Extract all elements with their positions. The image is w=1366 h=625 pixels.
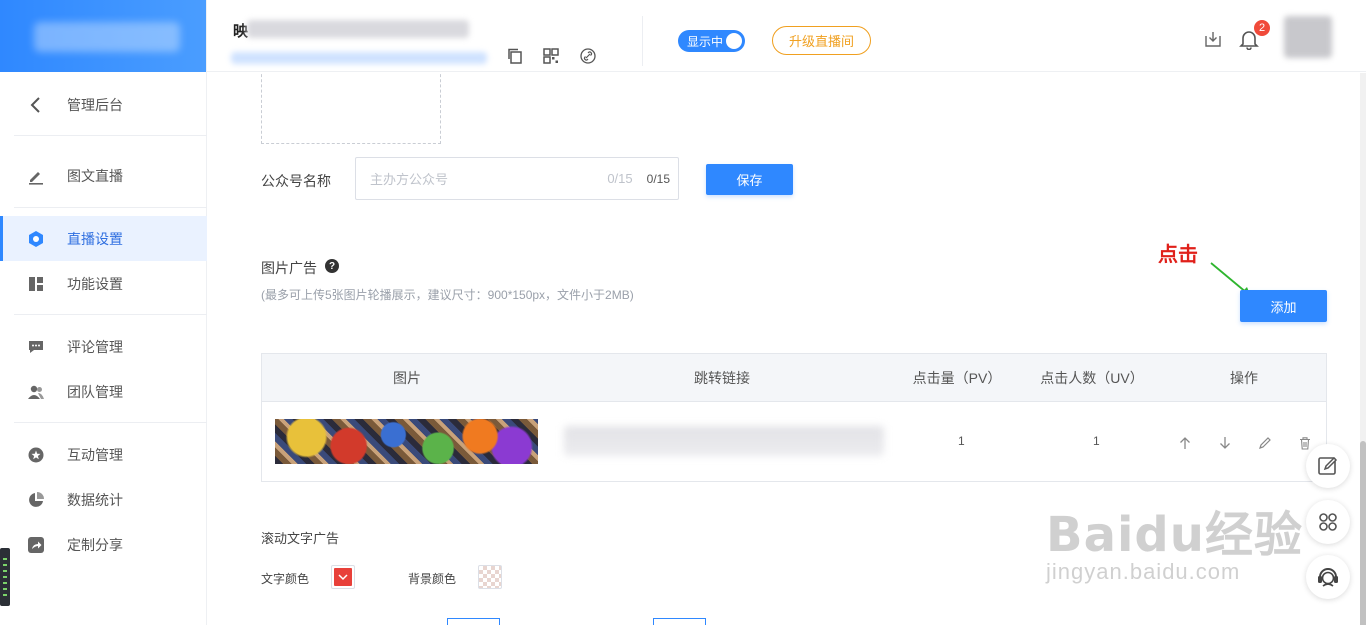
move-up-icon[interactable] <box>1176 434 1194 452</box>
save-button[interactable]: 保存 <box>706 164 793 195</box>
sidebar-item-interaction[interactable]: 互动管理 <box>0 432 207 477</box>
col-actions: 操作 <box>1230 370 1258 386</box>
sidebar-item-label: 图文直播 <box>67 167 123 184</box>
app-root: 管理后台 图文直播 直播设置 功能设置 评论管理 团队管理 互动管理 数据统计 … <box>0 0 1366 625</box>
image-ad-table: 图片 跳转链接 点击量（PV） 点击人数（UV） 操作 1 1 <box>261 353 1327 482</box>
col-link: 跳转链接 <box>694 370 750 386</box>
image-ad-hint: (最多可上传5张图片轮播展示，建议尺寸：900*150px，文件小于2MB) <box>261 288 634 302</box>
qrcode-icon[interactable] <box>541 46 561 66</box>
table-header: 图片 跳转链接 点击量（PV） 点击人数（UV） 操作 <box>262 354 1326 402</box>
position-input[interactable] <box>447 618 500 625</box>
back-to-admin[interactable]: 管理后台 <box>0 82 207 127</box>
col-image: 图片 <box>393 370 421 386</box>
text-color-label: 文字颜色 <box>261 572 310 586</box>
chevron-down-icon <box>334 568 352 586</box>
annotation-click: 点击 <box>1158 242 1198 266</box>
delete-icon[interactable] <box>1296 434 1314 452</box>
room-title: 映 <box>233 23 249 40</box>
divider <box>14 314 207 315</box>
account-name-input[interactable]: 主办方公众号 0/15 0/15 <box>355 157 679 200</box>
avatar[interactable] <box>1284 16 1332 58</box>
divider <box>14 207 207 208</box>
room-title-redacted <box>247 20 469 38</box>
link-icon[interactable] <box>578 46 598 66</box>
watermark-brand: Baidu经验 <box>1046 507 1303 563</box>
sidebar-item-label: 功能设置 <box>67 275 123 292</box>
team-icon <box>26 382 46 402</box>
sidebar-item-statistics[interactable]: 数据统计 <box>0 477 207 522</box>
sidebar-item-live-settings[interactable]: 直播设置 <box>0 216 207 261</box>
char-counter: 0/15 <box>607 171 633 186</box>
brand-logo[interactable] <box>0 0 206 72</box>
account-name-placeholder: 主办方公众号 <box>370 172 449 187</box>
sidebar-item-graphic-live[interactable]: 图文直播 <box>0 153 207 198</box>
display-toggle[interactable]: 显示中 <box>678 30 745 52</box>
notification-badge: 2 <box>1254 20 1270 36</box>
room-link-redacted[interactable] <box>231 52 487 64</box>
sidebar-item-label: 团队管理 <box>67 383 123 400</box>
bg-color-label: 背景颜色 <box>408 572 457 586</box>
sidebar-item-label: 评论管理 <box>67 338 123 355</box>
scrollbar-thumb[interactable] <box>1360 441 1366 625</box>
chevron-left-icon <box>26 95 46 115</box>
apps-grid-icon <box>1319 513 1337 531</box>
move-down-icon[interactable] <box>1216 434 1234 452</box>
sidebar-item-function-settings[interactable]: 功能设置 <box>0 261 207 306</box>
upgrade-live-button[interactable]: 升级直播间 <box>772 26 871 55</box>
ad-image-thumbnail[interactable] <box>275 419 538 464</box>
uv-value: 1 <box>1093 434 1100 448</box>
note-edit-icon <box>1318 456 1338 475</box>
settings-hex-icon <box>26 229 46 249</box>
sidebar-item-comments[interactable]: 评论管理 <box>0 324 207 369</box>
add-ad-button[interactable]: 添加 <box>1240 290 1327 322</box>
pie-chart-icon <box>26 490 46 510</box>
float-support-button[interactable] <box>1306 555 1350 599</box>
side-widget-handle[interactable] <box>0 548 10 606</box>
sidebar-item-label: 数据统计 <box>67 491 123 508</box>
toggle-label: 显示中 <box>687 34 724 49</box>
baidu-watermark: Baidu经验 jingyan.baidu.com <box>1046 495 1303 585</box>
copy-icon[interactable] <box>505 46 525 66</box>
speed-input[interactable] <box>653 618 706 625</box>
float-apps-button[interactable] <box>1306 500 1350 544</box>
col-pv: 点击量（PV） <box>912 370 1002 386</box>
sidebar-item-share[interactable]: 定制分享 <box>0 522 207 567</box>
qrcode-upload-area[interactable] <box>261 73 441 144</box>
bg-color-picker[interactable] <box>478 565 502 589</box>
interaction-icon <box>26 445 46 465</box>
layout-icon <box>26 274 46 294</box>
sidebar-item-label: 直播设置 <box>67 230 123 247</box>
char-counter-outer: 0/15 <box>646 171 670 186</box>
pv-value: 1 <box>958 434 965 448</box>
share-icon <box>26 535 46 555</box>
image-ad-title: 图片广告 <box>261 260 317 276</box>
divider <box>14 135 207 136</box>
main-scrollbar[interactable] <box>1360 73 1366 625</box>
sidebar-item-label: 定制分享 <box>67 536 123 553</box>
comment-icon <box>26 337 46 357</box>
sidebar-item-team[interactable]: 团队管理 <box>0 369 207 414</box>
top-header: 映 显示中 升级直播间 2 <box>207 0 1366 72</box>
text-color-picker[interactable] <box>331 565 355 589</box>
divider <box>14 422 207 423</box>
toggle-knob <box>726 33 742 49</box>
edit-icon <box>26 166 46 186</box>
ad-link-redacted <box>564 426 884 456</box>
edit-pencil-icon[interactable] <box>1256 434 1274 452</box>
sidebar: 管理后台 图文直播 直播设置 功能设置 评论管理 团队管理 互动管理 数据统计 … <box>0 0 207 625</box>
header-divider <box>642 16 643 66</box>
download-icon[interactable] <box>1203 29 1223 49</box>
float-edit-button[interactable] <box>1306 444 1350 488</box>
help-icon[interactable]: ? <box>325 259 339 273</box>
col-uv: 点击人数（UV） <box>1040 370 1144 386</box>
scroll-ad-title: 滚动文字广告 <box>261 531 340 546</box>
account-name-label: 公众号名称 <box>261 173 331 189</box>
back-label: 管理后台 <box>67 96 123 113</box>
customer-service-icon <box>1318 568 1338 587</box>
sidebar-item-label: 互动管理 <box>67 446 123 463</box>
